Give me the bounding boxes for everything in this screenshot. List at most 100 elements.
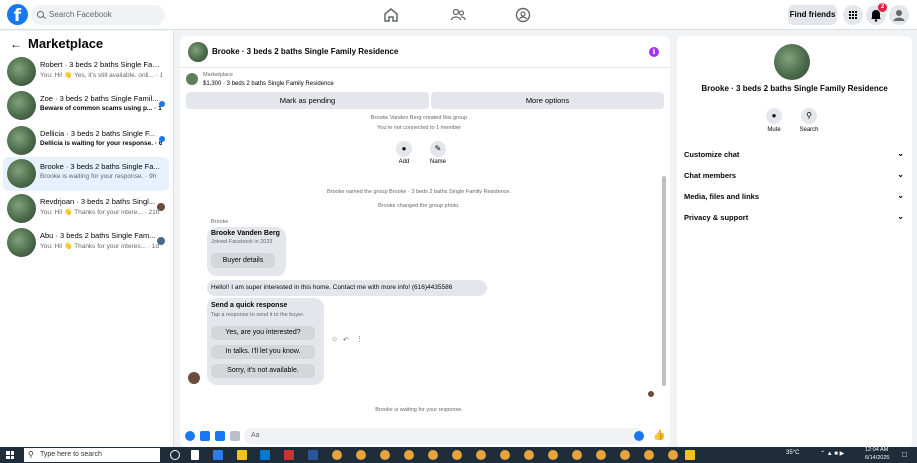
chrome-icon[interactable]	[644, 450, 654, 460]
chrome-icon[interactable]	[548, 450, 558, 460]
weather-temperature[interactable]: 35°C	[786, 450, 799, 456]
quick-response-yes[interactable]: Yes, are you interested?	[211, 326, 315, 340]
conversation-name: Brooke · 3 beds 2 baths Single Fa...	[40, 162, 160, 171]
account-avatar-button[interactable]	[889, 5, 909, 25]
facebook-logo-icon[interactable]: f	[7, 4, 28, 26]
word-icon[interactable]	[308, 450, 318, 460]
clock-date[interactable]: 6/14/2025	[865, 455, 889, 461]
chat-title[interactable]: Brooke · 3 beds 2 baths Single Family Re…	[212, 47, 398, 56]
chrome-icon[interactable]	[524, 450, 534, 460]
add-member-action[interactable]: ● Add	[389, 141, 419, 165]
add-person-icon: ●	[396, 141, 412, 157]
buyer-details-button[interactable]: Buyer details	[211, 253, 275, 268]
search-icon: ⚲	[28, 450, 34, 459]
message-bubble: Hello!! I am super interested in this ho…	[207, 280, 487, 296]
tray-icons[interactable]: ⌃ ▲ ■ ▶	[820, 450, 844, 457]
avatar	[7, 91, 36, 120]
unread-dot	[159, 101, 165, 107]
listing-banner[interactable]: Marketplace $1,300 · 3 beds 2 baths Sing…	[180, 68, 670, 92]
message-input[interactable]: Aa	[244, 428, 644, 444]
chrome-icon[interactable]	[572, 450, 582, 460]
avatar	[7, 57, 36, 86]
windows-start-icon[interactable]	[6, 451, 14, 459]
chrome-icon[interactable]	[668, 450, 678, 460]
conversation-preview: Dellicia is waiting for your response. ·…	[40, 140, 162, 147]
conversation-item[interactable]: Dellicia · 3 beds 2 baths Single F... De…	[3, 124, 169, 158]
profile-icon	[893, 10, 905, 21]
photo-icon[interactable]	[200, 431, 210, 441]
avatar	[7, 228, 36, 257]
quick-response-sorry[interactable]: Sorry, it's not available.	[211, 364, 315, 378]
chat-info-panel: Brooke · 3 beds 2 baths Single Family Re…	[677, 36, 912, 447]
home-icon[interactable]	[383, 7, 399, 23]
chrome-icon[interactable]	[356, 450, 366, 460]
privacy-support-row[interactable]: Privacy & support ⌄	[684, 212, 904, 222]
search-placeholder: Search Facebook	[49, 10, 112, 19]
find-friends-button[interactable]: Find friends	[788, 5, 837, 25]
gif-icon[interactable]	[230, 431, 240, 441]
listing-text: $1,300 · 3 beds 2 baths Single Family Re…	[203, 81, 334, 87]
chrome-icon[interactable]	[500, 450, 510, 460]
sticker-icon[interactable]	[215, 431, 225, 441]
task-view-icon[interactable]	[191, 450, 199, 460]
friends-icon[interactable]	[450, 7, 466, 23]
mute-button[interactable]: ● Mute	[759, 108, 789, 133]
taskbar-search-input[interactable]: ⚲ Type here to search	[24, 448, 160, 462]
conversation-name: Robert · 3 beds 2 baths Single Fam...	[40, 60, 160, 69]
search-icon: ⚲	[801, 108, 817, 124]
clock-time[interactable]: 12:04 AM	[865, 447, 888, 453]
conversation-item[interactable]: Abu · 3 beds 2 baths Single Fam... You: …	[3, 226, 169, 260]
conversation-item[interactable]: Zoe · 3 beds 2 baths Single Famil... Bew…	[3, 89, 169, 123]
conversation-item-active[interactable]: Brooke · 3 beds 2 baths Single Fa... Bro…	[3, 157, 169, 191]
menu-grid-button[interactable]	[843, 5, 863, 25]
quick-response-in-talks[interactable]: In talks. I'll let you know.	[211, 345, 315, 359]
notification-center-icon[interactable]: □	[902, 450, 907, 459]
chat-members-row[interactable]: Chat members ⌄	[684, 170, 904, 180]
app-icon[interactable]	[685, 450, 695, 460]
avatar[interactable]	[188, 42, 208, 62]
mail-icon[interactable]	[260, 450, 270, 460]
name-group-action[interactable]: ✎ Name	[423, 141, 453, 165]
chrome-icon[interactable]	[332, 450, 342, 460]
conversation-item[interactable]: Robert · 3 beds 2 baths Single Fam... Yo…	[3, 55, 169, 89]
more-options-button[interactable]: More options	[431, 92, 664, 109]
chrome-icon[interactable]	[452, 450, 462, 460]
chevron-down-icon: ⌄	[897, 149, 904, 158]
chat-scrollbar[interactable]	[662, 116, 666, 416]
back-arrow-icon[interactable]: ←	[10, 37, 22, 51]
react-icon[interactable]: ☺	[331, 336, 338, 343]
avatar	[7, 194, 36, 223]
avatar	[7, 159, 36, 188]
chrome-icon[interactable]	[380, 450, 390, 460]
more-icon[interactable]: ⋮	[356, 335, 363, 343]
chevron-down-icon: ⌄	[897, 170, 904, 179]
sender-avatar	[188, 372, 200, 384]
search-chat-button[interactable]: ⚲ Search	[794, 108, 824, 133]
plus-icon[interactable]	[185, 431, 195, 441]
media-files-links-row[interactable]: Media, files and links ⌄	[684, 191, 904, 201]
chrome-icon[interactable]	[596, 450, 606, 460]
customize-chat-row[interactable]: Customize chat ⌄	[684, 149, 904, 159]
conversation-item[interactable]: Revdrjoan · 3 beds 2 baths Singl... You:…	[3, 192, 169, 226]
thumbs-up-icon[interactable]: 👍	[653, 430, 665, 441]
chrome-icon[interactable]	[404, 450, 414, 460]
search-input[interactable]: Search Facebook	[31, 5, 165, 25]
message-composer: Aa 👍	[180, 425, 670, 447]
buyer-profile-card: Brooke Vanden Berg Joined Facebook in 20…	[207, 227, 286, 276]
mark-as-pending-button[interactable]: Mark as pending	[186, 92, 429, 109]
reply-icon[interactable]: ↶	[343, 336, 349, 344]
conversation-preview: You: Hi! 👋 Thanks for your interes... · …	[40, 243, 160, 250]
cortana-icon[interactable]	[170, 450, 180, 460]
info-icon[interactable]: i	[649, 47, 659, 57]
chrome-icon[interactable]	[620, 450, 630, 460]
groups-icon[interactable]	[515, 7, 531, 23]
sender-name: Brooke	[211, 219, 229, 225]
chrome-icon[interactable]	[428, 450, 438, 460]
windows-taskbar: ⚲ Type here to search 35°C ⌃ ▲ ■ ▶ 12:04…	[0, 447, 917, 463]
app-icon[interactable]	[284, 450, 294, 460]
app-icon[interactable]	[213, 450, 223, 460]
avatar	[7, 126, 36, 155]
chrome-icon[interactable]	[476, 450, 486, 460]
emoji-icon[interactable]	[634, 431, 644, 441]
file-explorer-icon[interactable]	[237, 450, 247, 460]
